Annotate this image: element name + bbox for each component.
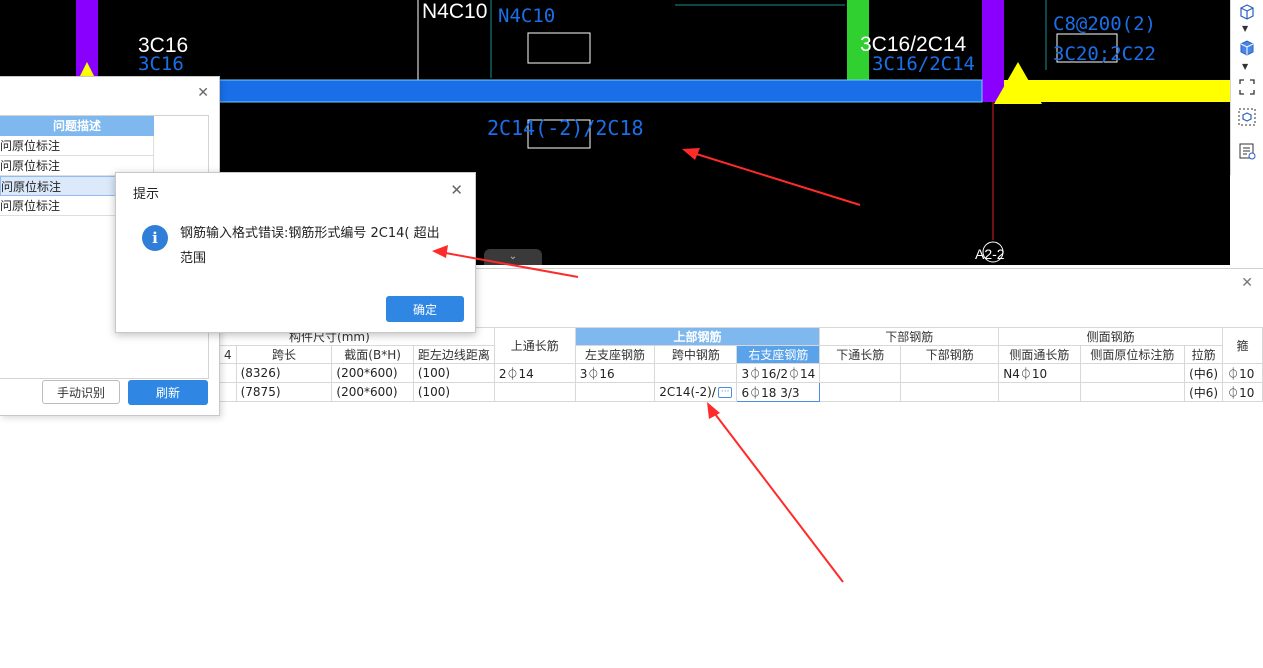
cell[interactable]: (100) bbox=[412, 363, 495, 383]
subheader-section: 截面(B*H) bbox=[331, 345, 414, 364]
subheader-tie: 拉筋 bbox=[1184, 345, 1224, 364]
caret-down-icon-2[interactable]: ▼ bbox=[1242, 62, 1248, 71]
list-item[interactable]: 问原位标注 bbox=[0, 136, 154, 156]
more-dots-button[interactable]: ··· bbox=[717, 387, 733, 398]
manual-identify-button[interactable]: 手动识别 bbox=[42, 380, 120, 404]
collapse-tab[interactable]: ⌄ bbox=[484, 249, 542, 265]
properties-icon[interactable] bbox=[1236, 140, 1258, 162]
label-3c16-ghost: 3C16 bbox=[138, 53, 184, 75]
header-stirrup: 箍 bbox=[1222, 327, 1263, 364]
cell[interactable] bbox=[1079, 382, 1186, 402]
cell[interactable] bbox=[900, 382, 1000, 402]
column-right bbox=[982, 0, 1004, 102]
beam-table: 构件尺寸(mm) 上通长筋 上部钢筋 下部钢筋 侧面钢筋 箍 4 跨长 截面(B… bbox=[164, 327, 1263, 402]
cell[interactable] bbox=[493, 382, 576, 402]
view-box-icon[interactable] bbox=[1236, 106, 1258, 128]
cell[interactable]: (中6) bbox=[1184, 363, 1224, 383]
header-top: 上部钢筋 bbox=[574, 327, 821, 346]
close-icon[interactable]: ✕ bbox=[197, 85, 209, 101]
header-top-long: 上通长筋 bbox=[493, 327, 576, 364]
cell[interactable]: ⏀10 bbox=[1222, 382, 1263, 402]
cell[interactable] bbox=[574, 382, 656, 402]
cell[interactable] bbox=[1079, 363, 1186, 383]
info-icon: i bbox=[142, 225, 168, 251]
cell[interactable]: ⏀10 bbox=[1222, 363, 1263, 383]
subheader-bottom-long: 下通长筋 bbox=[819, 345, 902, 364]
subheader-right-seat: 右支座钢筋 bbox=[736, 345, 821, 364]
cell[interactable]: (200*600) bbox=[331, 363, 414, 383]
mid-span-cell-editing[interactable]: 2C14(-2)/··· bbox=[654, 382, 738, 402]
cell[interactable]: 3⏀16/2⏀14 bbox=[736, 363, 821, 383]
cell[interactable]: (8326) bbox=[235, 363, 333, 383]
subheader-offset: 距左边线距离 bbox=[412, 345, 495, 364]
cell[interactable]: (中6) bbox=[1184, 382, 1224, 402]
label-3c20-2c22: 3C20;2C22 bbox=[1053, 43, 1156, 65]
dialog-title: 提示 bbox=[133, 187, 160, 202]
cell[interactable]: 2⏀14 bbox=[493, 363, 576, 383]
cell[interactable]: (100) bbox=[412, 382, 495, 402]
table-row[interactable]: 0) (7875) (200*600) (100) 2C14(-2)/··· 6… bbox=[164, 382, 1263, 402]
cell[interactable] bbox=[900, 363, 1000, 383]
cell[interactable]: (7875) bbox=[235, 382, 333, 402]
axis-label: A2-2 bbox=[975, 246, 1005, 262]
subheader-bottom-bar: 下部钢筋 bbox=[900, 345, 1000, 364]
cell[interactable] bbox=[819, 363, 902, 383]
cube-3d-icon[interactable] bbox=[1236, 36, 1258, 58]
refresh-button[interactable]: 刷新 bbox=[128, 380, 208, 405]
subheader-span: 跨长 bbox=[235, 345, 333, 364]
alert-dialog: 提示 ✕ i 钢筋输入格式错误:钢筋形式编号 2C14( 超出范围 确定 bbox=[115, 172, 476, 333]
problem-header: 问题描述 bbox=[0, 116, 154, 136]
subheader-mid-span: 跨中钢筋 bbox=[654, 345, 738, 364]
label-2c14-2c18: 2C14(-2)/2C18 bbox=[487, 116, 644, 140]
caret-down-icon[interactable]: ▼ bbox=[1242, 24, 1248, 33]
cell[interactable] bbox=[819, 382, 902, 402]
beam-selected[interactable] bbox=[197, 79, 983, 103]
label-c8-200: C8@200(2) bbox=[1053, 13, 1156, 35]
header-bottom: 下部钢筋 bbox=[819, 327, 1000, 346]
subheader-side-orig: 侧面原位标注筋 bbox=[1079, 345, 1186, 364]
label-n4c10: N4C10 bbox=[422, 0, 487, 23]
label-n4c10-ghost: N4C10 bbox=[498, 5, 555, 27]
cell[interactable] bbox=[998, 382, 1081, 402]
label-3c16-2c14-ghost: 3C16/2C14 bbox=[872, 53, 975, 75]
subheader-side-long: 侧面通长筋 bbox=[998, 345, 1081, 364]
subheader-left-seat: 左支座钢筋 bbox=[574, 345, 656, 364]
cell[interactable] bbox=[654, 363, 738, 383]
cube-front-icon[interactable] bbox=[1236, 0, 1258, 22]
view-toolbar: ▼ ▼ bbox=[1230, 0, 1263, 175]
cell[interactable]: N4⏀10 bbox=[998, 363, 1081, 383]
table-row[interactable]: (8326) (200*600) (100) 2⏀14 3⏀16 3⏀16/2⏀… bbox=[164, 363, 1263, 383]
ok-button[interactable]: 确定 bbox=[386, 296, 464, 322]
close-icon[interactable]: ✕ bbox=[1241, 275, 1253, 291]
header-side: 侧面钢筋 bbox=[998, 327, 1224, 346]
right-seat-cell[interactable]: 6⏀18 3/3 bbox=[736, 382, 821, 402]
cell[interactable]: (200*600) bbox=[331, 382, 414, 402]
mid-span-value: 2C14(-2)/ bbox=[659, 385, 716, 399]
dialog-message: 钢筋输入格式错误:钢筋形式编号 2C14( 超出范围 bbox=[180, 226, 440, 266]
fullscreen-icon[interactable] bbox=[1236, 76, 1258, 98]
close-icon[interactable]: ✕ bbox=[450, 181, 463, 199]
cell[interactable]: 3⏀16 bbox=[574, 363, 656, 383]
